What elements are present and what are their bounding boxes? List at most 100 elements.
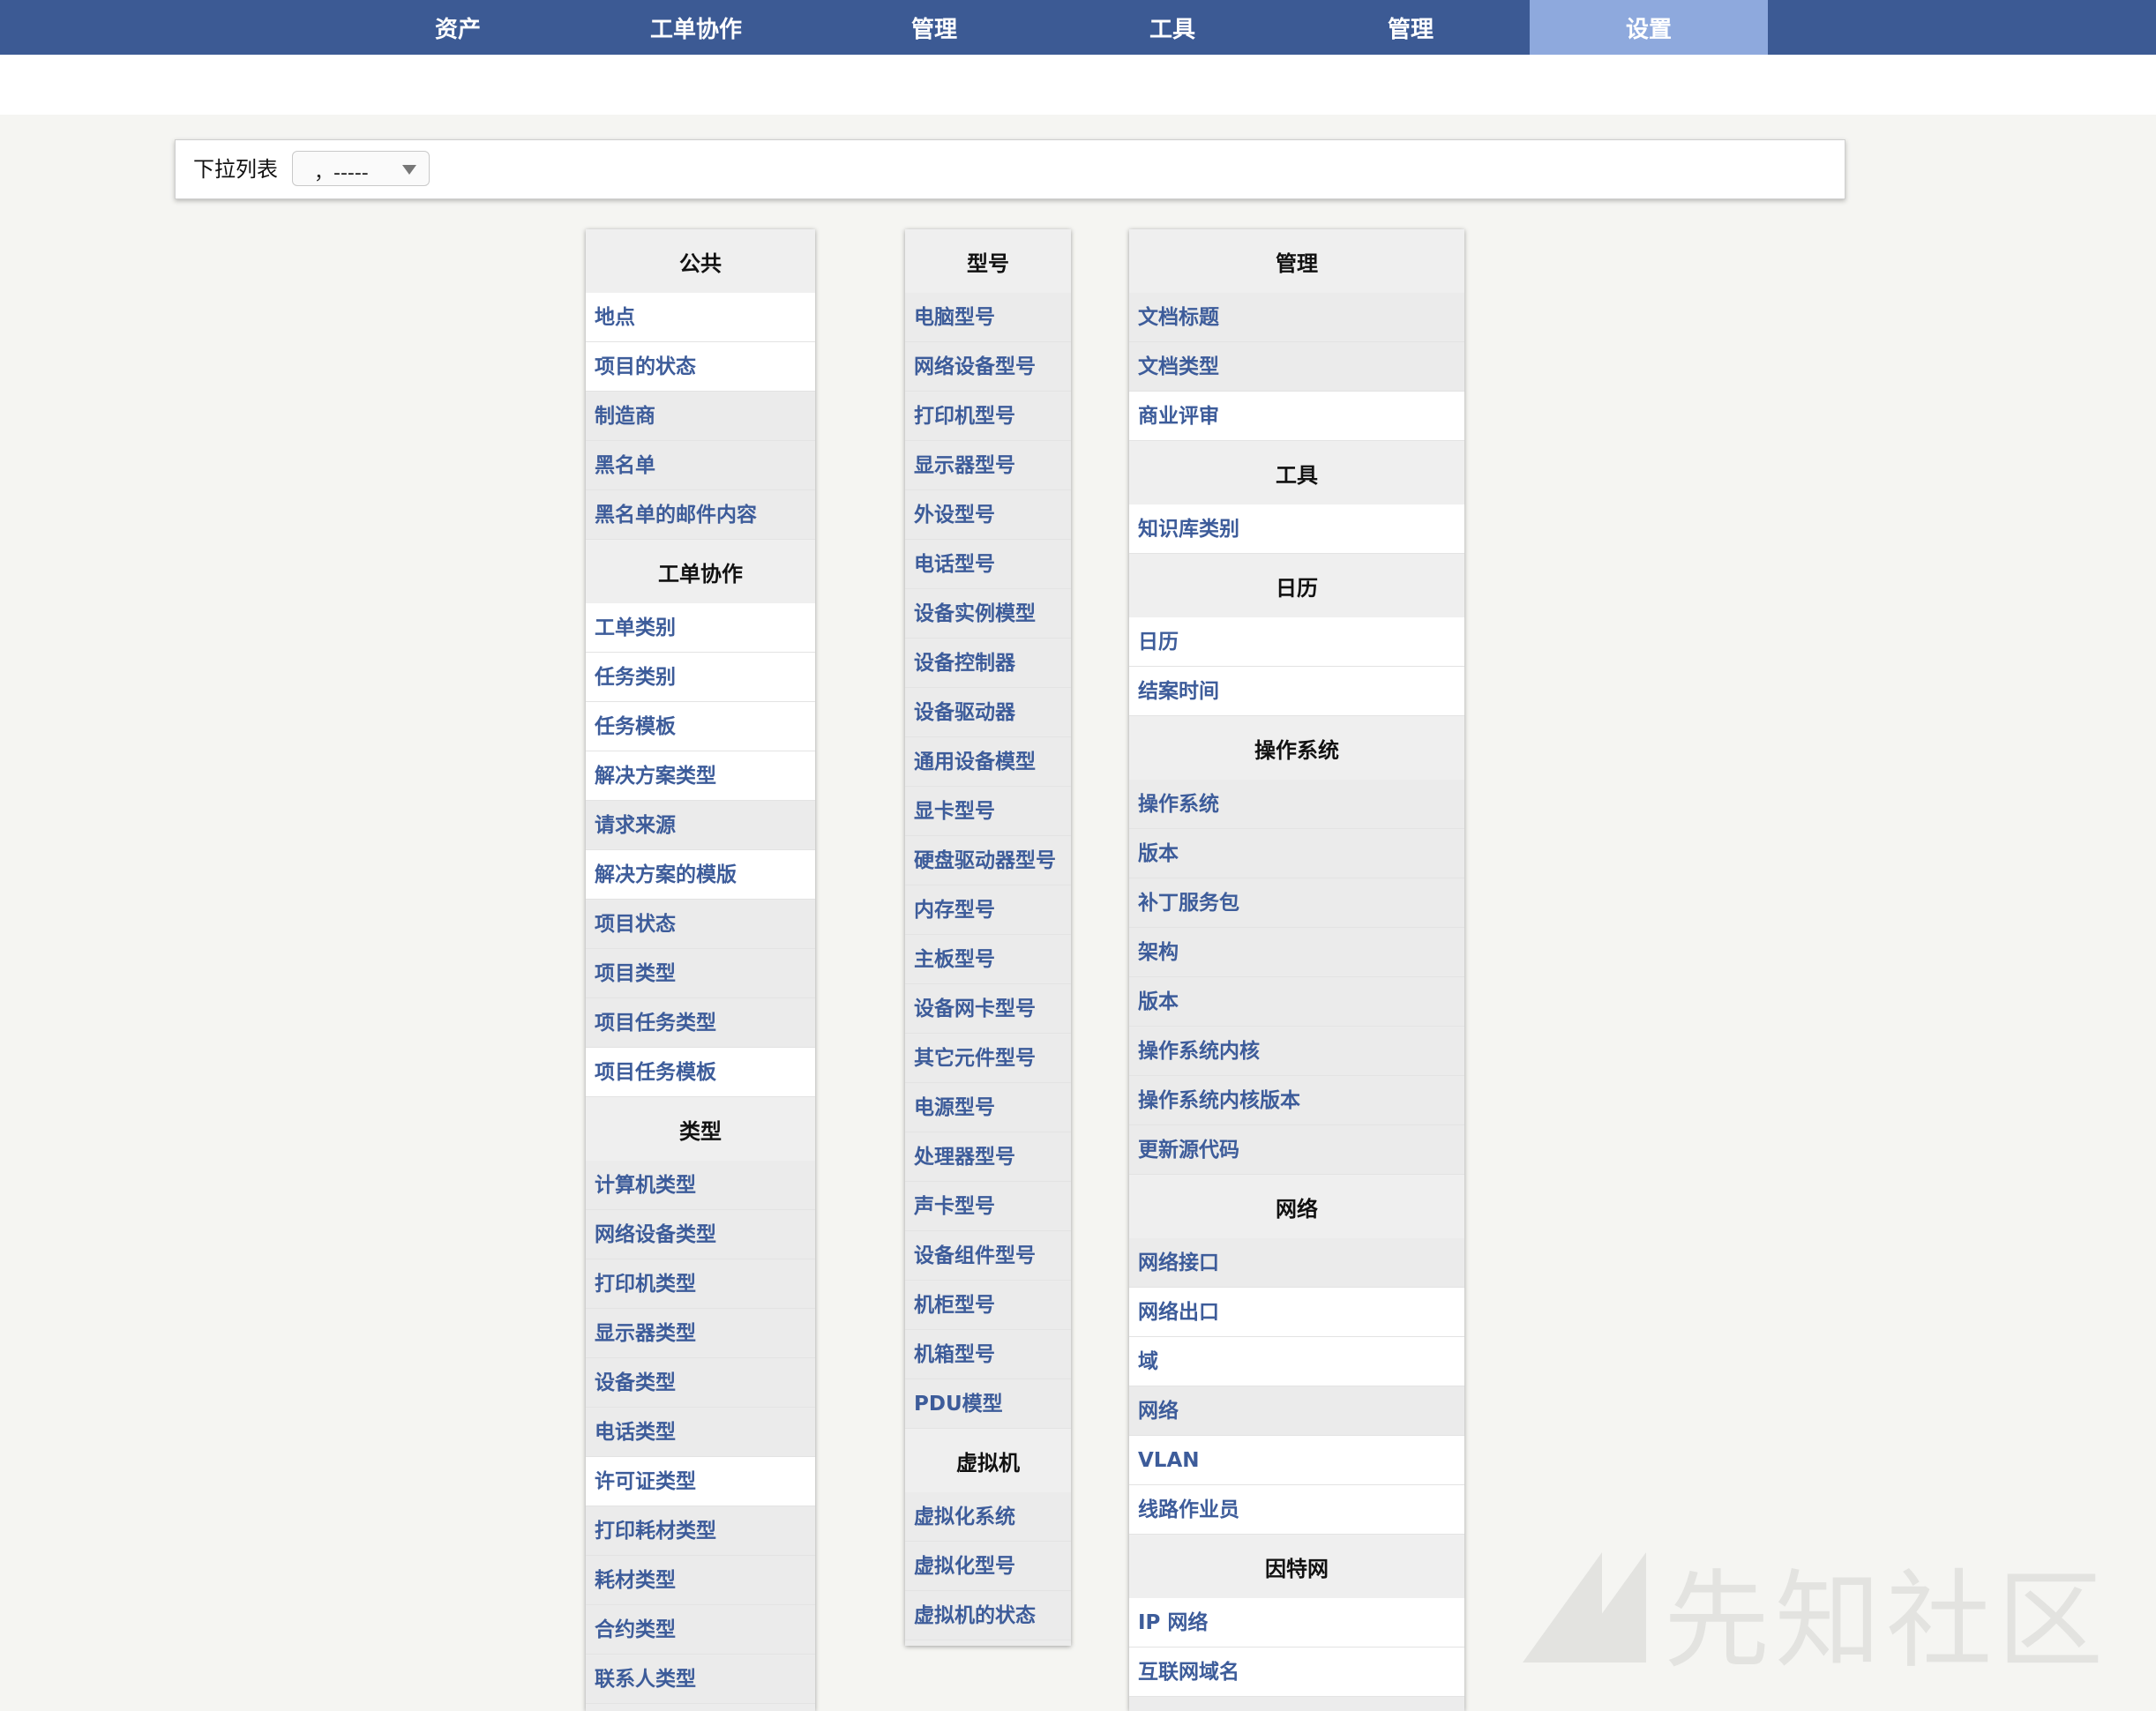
- dropdown-link-item[interactable]: 计算机类型: [586, 1161, 815, 1210]
- dropdown-link-item[interactable]: 网络设备类型: [586, 1210, 815, 1259]
- dropdown-link-item[interactable]: 电源型号: [905, 1083, 1071, 1132]
- dropdown-link-item[interactable]: 项目的状态: [586, 342, 815, 392]
- dropdown-link-item[interactable]: 任务类别: [586, 653, 815, 702]
- dropdown-link-item[interactable]: 项目状态: [586, 900, 815, 949]
- dropdown-link-item[interactable]: 地点: [586, 293, 815, 342]
- dropdown-link-item[interactable]: IP 网络: [1129, 1598, 1464, 1647]
- dropdown-link-item[interactable]: 请求来源: [586, 801, 815, 850]
- dropdown-link-item[interactable]: 黑名单: [586, 441, 815, 490]
- dropdown-link-item[interactable]: 解决方案类型: [586, 751, 815, 801]
- dropdown-link-item[interactable]: 电脑型号: [905, 293, 1071, 342]
- dropdown-link-item[interactable]: 项目任务模板: [586, 1048, 815, 1097]
- dropdown-link-item[interactable]: 知识库类别: [1129, 504, 1464, 554]
- dropdown-link-item[interactable]: 域: [1129, 1337, 1464, 1386]
- dropdown-link-item[interactable]: 网络: [1129, 1386, 1464, 1436]
- dropdown-link-item[interactable]: 文档类型: [1129, 342, 1464, 392]
- dropdown-link-item[interactable]: 显卡型号: [905, 787, 1071, 836]
- dropdown-link-item[interactable]: 虚拟化系统: [905, 1492, 1071, 1542]
- nav-item-assets[interactable]: 资产: [339, 0, 577, 55]
- dropdown-link-item[interactable]: 机柜型号: [905, 1281, 1071, 1330]
- dropdown-link-item[interactable]: 操作系统: [1129, 780, 1464, 829]
- section-header: 因特网: [1129, 1535, 1464, 1598]
- column-management: 管理 文档标题 文档类型 商业评审 工具 知识库类别 日历 日历 结案时间 操作系统 操作系统 版本补…: [1129, 229, 1464, 1711]
- dropdown-link-item[interactable]: 电话类型: [586, 1408, 815, 1457]
- dropdown-link-item[interactable]: 网络设备型号: [905, 342, 1071, 392]
- dropdown-link-item[interactable]: 操作系统内核: [1129, 1027, 1464, 1076]
- dropdown-link-item[interactable]: 网络接口: [1129, 1238, 1464, 1288]
- dropdown-link-item[interactable]: 项目任务类型: [586, 998, 815, 1048]
- section-header: 管理: [1129, 229, 1464, 293]
- dropdown-link-item[interactable]: 打印机类型: [586, 1259, 815, 1309]
- dropdown-link-item[interactable]: 其它元件型号: [905, 1034, 1071, 1083]
- dropdown-label: 下拉列表: [193, 157, 278, 182]
- dropdown-link-item[interactable]: 合约类型: [586, 1605, 815, 1655]
- dropdown-link-item[interactable]: 项目类型: [586, 949, 815, 998]
- dropdown-link-item[interactable]: 硬盘驱动器型号: [905, 836, 1071, 885]
- dropdown-link-item[interactable]: 机箱型号: [905, 1330, 1071, 1379]
- dropdown-link-item[interactable]: 许可证类型: [586, 1457, 815, 1506]
- dropdown-link-item[interactable]: 任务模板: [586, 702, 815, 751]
- nav-item-setup[interactable]: 设置: [1530, 0, 1768, 55]
- dropdown-link-item[interactable]: 文档标题: [1129, 293, 1464, 342]
- dropdown-link-item[interactable]: 虚拟化型号: [905, 1542, 1071, 1591]
- dropdown-link-item[interactable]: 版本: [1129, 977, 1464, 1027]
- section-header: 型号: [905, 229, 1071, 293]
- dropdown-link-item[interactable]: 联系人类型: [586, 1655, 815, 1704]
- dropdown-panel: 下拉列表 ，-----: [175, 139, 1845, 199]
- dropdown-link-item[interactable]: 商业评审: [1129, 392, 1464, 441]
- dropdown-link-item[interactable]: 版本: [1129, 829, 1464, 878]
- column-models: 型号 电脑型号 网络设备型号 打印机型号 显示器型号 外设型号 电话型号 设备实例模型 设备控制…: [905, 229, 1071, 1646]
- dropdown-link-item[interactable]: 处理器型号: [905, 1132, 1071, 1182]
- dropdown-link-item[interactable]: 显示器型号: [905, 441, 1071, 490]
- dropdown-link-item[interactable]: 操作系统内核版本: [1129, 1076, 1464, 1125]
- dropdown-link-item[interactable]: 外设型号: [905, 490, 1071, 540]
- dropdown-selected-value: ，-----: [314, 162, 369, 184]
- watermark-logo-icon: [1523, 1552, 1646, 1662]
- dropdown-link-item[interactable]: 通用设备模型: [905, 737, 1071, 787]
- dropdown-link-item[interactable]: 内存型号: [905, 885, 1071, 935]
- dropdown-link-item[interactable]: 线路作业员: [1129, 1485, 1464, 1535]
- dropdown-link-item[interactable]: 网络出口: [1129, 1288, 1464, 1337]
- section-header: 工单协作: [586, 540, 815, 603]
- dropdown-link-item[interactable]: 结案时间: [1129, 667, 1464, 716]
- dropdown-link-item[interactable]: VLAN: [1129, 1436, 1464, 1485]
- dropdown-link-item[interactable]: 工单类别: [586, 603, 815, 653]
- nav-item-helpdesk[interactable]: 工单协作: [577, 0, 815, 55]
- dropdown-link-item[interactable]: 设备驱动器: [905, 688, 1071, 737]
- section-header: 虚拟机: [905, 1429, 1071, 1492]
- dropdown-select[interactable]: ，-----: [292, 151, 430, 186]
- section-header: 操作系统: [1129, 716, 1464, 780]
- dropdown-link-item[interactable]: 设备控制器: [905, 639, 1071, 688]
- section-header: 日历: [1129, 554, 1464, 617]
- dropdown-link-item[interactable]: 电话型号: [905, 540, 1071, 589]
- nav-item-tools[interactable]: 工具: [1053, 0, 1291, 55]
- nav-item-management[interactable]: 管理: [815, 0, 1053, 55]
- dropdown-link-item[interactable]: 设备实例模型: [905, 589, 1071, 639]
- dropdown-link-item[interactable]: 虚拟机的状态: [905, 1591, 1071, 1640]
- section-header: 公共: [586, 229, 815, 293]
- dropdown-link-item[interactable]: 架构: [1129, 928, 1464, 977]
- dropdown-link-item[interactable]: 设备网卡型号: [905, 984, 1071, 1034]
- dropdown-link-item[interactable]: 声卡型号: [905, 1182, 1071, 1231]
- dropdown-link-item[interactable]: 设备类型: [586, 1358, 815, 1408]
- dropdown-link-item[interactable]: 互联网域名: [1129, 1647, 1464, 1697]
- nav-item-administration[interactable]: 管理: [1291, 0, 1530, 55]
- watermark: 先知社区: [1514, 1535, 2131, 1683]
- chevron-down-icon: [402, 165, 416, 175]
- dropdown-link-item[interactable]: 设备组件型号: [905, 1231, 1071, 1281]
- dropdown-link-item[interactable]: PDU模型: [905, 1379, 1071, 1429]
- dropdown-link-item[interactable]: 打印机型号: [905, 392, 1071, 441]
- dropdown-link-item[interactable]: 补丁服务包: [1129, 878, 1464, 928]
- dropdown-link-item[interactable]: 解决方案的模版: [586, 850, 815, 900]
- dropdown-link-item[interactable]: 日历: [1129, 617, 1464, 667]
- watermark-text: 先知社区: [1664, 1560, 2108, 1683]
- dropdown-link-item[interactable]: 制造商: [586, 392, 815, 441]
- dropdown-link-item[interactable]: 黑名单的邮件内容: [586, 490, 815, 540]
- dropdown-link-item[interactable]: 主板型号: [905, 935, 1071, 984]
- dropdown-link-item[interactable]: 耗材类型: [586, 1556, 815, 1605]
- dropdown-link-item[interactable]: 更新源代码: [1129, 1125, 1464, 1175]
- header-spacer: [0, 55, 2156, 115]
- section-header: 工具: [1129, 441, 1464, 504]
- dropdown-link-item[interactable]: 显示器类型: [586, 1309, 815, 1358]
- dropdown-link-item[interactable]: 打印耗材类型: [586, 1506, 815, 1556]
